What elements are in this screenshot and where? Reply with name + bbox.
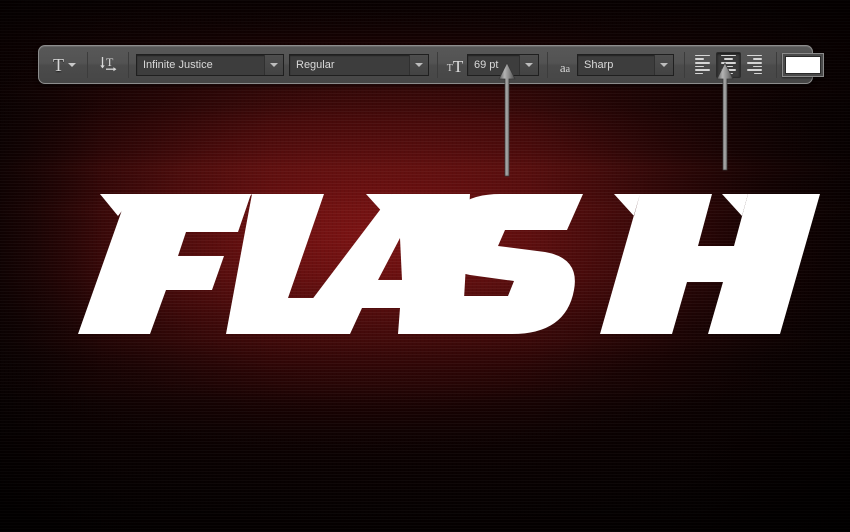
chevron-down-icon[interactable] bbox=[68, 62, 76, 67]
divider bbox=[437, 51, 438, 78]
divider bbox=[87, 51, 88, 78]
font-size-dropdown-button[interactable] bbox=[519, 54, 538, 75]
toggle-text-orientation-icon: T bbox=[99, 55, 116, 72]
font-style-dropdown-button[interactable] bbox=[409, 54, 428, 75]
divider bbox=[547, 51, 548, 78]
anti-aliasing-aa-icon: aa bbox=[559, 59, 571, 75]
font-size-callout-arrow bbox=[496, 62, 518, 180]
chevron-down-icon bbox=[525, 62, 533, 67]
chevron-down-icon bbox=[270, 62, 278, 67]
align-left-icon bbox=[695, 54, 710, 75]
divider bbox=[128, 51, 129, 78]
anti-aliasing-value: Sharp bbox=[584, 58, 614, 71]
toggle-text-orientation-button[interactable]: T bbox=[93, 51, 123, 79]
text-color-swatch bbox=[785, 55, 821, 74]
flash-text-layer[interactable] bbox=[0, 186, 850, 341]
text-tool-options-bar[interactable]: T T Infinite Justice Regular TT 69 pt a … bbox=[38, 45, 824, 84]
text-color-button[interactable] bbox=[782, 52, 824, 77]
text-tool-T-icon: T bbox=[53, 54, 64, 75]
font-family-dropdown-button[interactable] bbox=[264, 54, 283, 75]
anti-aliasing-dropdown-button[interactable] bbox=[654, 54, 673, 75]
active-tool-chip[interactable]: T bbox=[45, 51, 82, 79]
font-style-input[interactable]: Regular bbox=[289, 53, 429, 76]
flash-wordmark-artwork bbox=[78, 194, 820, 334]
font-family-value: Infinite Justice bbox=[143, 58, 213, 71]
font-style-value: Regular bbox=[296, 58, 335, 71]
chevron-down-icon bbox=[415, 62, 423, 67]
svg-text:T: T bbox=[106, 55, 114, 69]
chevron-down-icon bbox=[660, 62, 668, 67]
anti-aliasing-input[interactable]: Sharp bbox=[577, 53, 674, 76]
align-right-icon bbox=[747, 54, 762, 75]
font-family-input[interactable]: Infinite Justice bbox=[136, 53, 284, 76]
divider bbox=[776, 51, 777, 78]
center-align-callout-arrow bbox=[714, 62, 736, 174]
divider bbox=[684, 51, 685, 78]
font-size-icon: TT bbox=[446, 56, 464, 76]
align-right-button[interactable] bbox=[742, 52, 767, 78]
align-left-button[interactable] bbox=[690, 52, 715, 78]
